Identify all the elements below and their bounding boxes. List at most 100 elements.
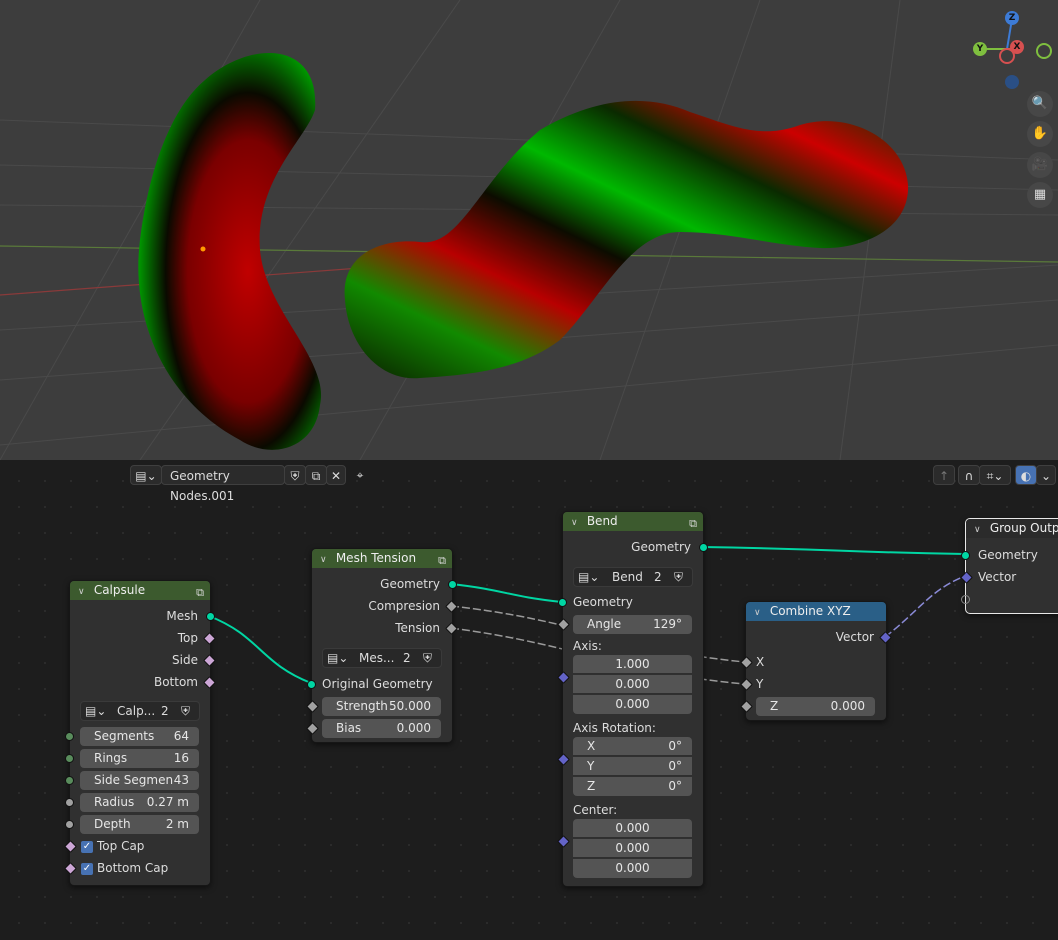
- group-users-count: 2: [654, 570, 662, 584]
- rotation-x-field[interactable]: X 0°: [573, 737, 692, 756]
- geometry-input-socket[interactable]: [961, 551, 970, 560]
- rings-socket[interactable]: [65, 754, 74, 763]
- angle-field[interactable]: Angle 129°: [573, 615, 692, 634]
- group-selector[interactable]: ▤⌄ Mes... 2 ⛨: [322, 648, 442, 668]
- fake-user-shield-icon[interactable]: ⛨: [181, 702, 190, 720]
- bottom-output-label: Bottom: [153, 675, 198, 689]
- geometry-output-label: Geometry: [631, 540, 691, 554]
- mesh-output-label: Mesh: [166, 609, 198, 623]
- gizmo-neg-x-axis[interactable]: [999, 48, 1015, 64]
- mesh-output-socket[interactable]: [206, 612, 215, 621]
- fake-user-shield-icon[interactable]: ⛨: [423, 649, 432, 667]
- gizmo-neg-y-axis[interactable]: [1036, 43, 1052, 59]
- group-output-node-header[interactable]: ∨ Group Output: [966, 519, 1058, 538]
- capsule-node[interactable]: ∨ Calpsule ⧉ Mesh Top Side Bottom ▤⌄ Cal…: [64, 580, 216, 886]
- node-title: Bend: [586, 514, 618, 528]
- geometry-input-label: Geometry: [978, 548, 1038, 562]
- zoom-icon[interactable]: 🔍: [1027, 91, 1053, 117]
- collapse-chevron-icon[interactable]: ∨: [754, 604, 766, 623]
- node-title: Mesh Tension: [335, 551, 417, 565]
- axis-rotation-label: Axis Rotation:: [573, 721, 656, 735]
- group-name[interactable]: Mes...: [359, 649, 394, 667]
- node-title: Group Output: [989, 521, 1058, 535]
- collapse-chevron-icon[interactable]: ∨: [78, 583, 90, 602]
- geometry-input-socket[interactable]: [558, 598, 567, 607]
- side-segments-field[interactable]: Side Segmen 43: [80, 771, 199, 790]
- 3d-viewport[interactable]: Z Y X 🔍 ✋ 🎥 ▦: [0, 0, 1058, 460]
- y-input-label: Y: [756, 677, 764, 691]
- segments-field[interactable]: Segments 64: [80, 727, 199, 746]
- original-geometry-socket[interactable]: [307, 680, 316, 689]
- center-z-field[interactable]: 0.000: [573, 859, 692, 878]
- radius-socket[interactable]: [65, 798, 74, 807]
- bias-field[interactable]: Bias 0.000: [322, 719, 441, 738]
- center-label: Center:: [573, 803, 618, 817]
- gizmo-y-axis[interactable]: Y: [973, 42, 987, 56]
- rotation-y-field[interactable]: Y 0°: [573, 757, 692, 776]
- gizmo-neg-z-axis[interactable]: [1005, 75, 1019, 89]
- center-y-field[interactable]: 0.000: [573, 839, 692, 858]
- browse-group-icon[interactable]: ▤⌄: [327, 649, 348, 667]
- empty-input-socket[interactable]: [961, 595, 970, 604]
- group-users-count: 2: [161, 704, 169, 718]
- radius-field[interactable]: Radius 0.27 m: [80, 793, 199, 812]
- tension-output-label: Tension: [395, 621, 440, 635]
- bend-node-header[interactable]: ∨ Bend ⧉: [563, 512, 703, 531]
- compression-output-label: Compresion: [368, 599, 440, 613]
- axis-y-field[interactable]: 0.000: [573, 675, 692, 694]
- collapse-chevron-icon[interactable]: ∨: [320, 551, 332, 570]
- grid-icon[interactable]: ▦: [1027, 182, 1053, 208]
- browse-group-icon[interactable]: ▤⌄: [578, 568, 599, 586]
- capsule-node-header[interactable]: ∨ Calpsule ⧉: [70, 581, 210, 600]
- top-output-label: Top: [177, 631, 198, 645]
- depth-field[interactable]: Depth 2 m: [80, 815, 199, 834]
- side-segments-socket[interactable]: [65, 776, 74, 785]
- node-title: Combine XYZ: [769, 604, 851, 618]
- node-group-icon[interactable]: ⧉: [689, 514, 697, 533]
- node-group-icon[interactable]: ⧉: [438, 551, 446, 570]
- navigation-gizmo[interactable]: Z Y X: [968, 8, 1058, 98]
- vector-input-label: Vector: [978, 570, 1017, 584]
- z-field[interactable]: Z 0.000: [756, 697, 875, 716]
- hand-icon[interactable]: ✋: [1027, 121, 1053, 147]
- depth-socket[interactable]: [65, 820, 74, 829]
- center-x-field[interactable]: 0.000: [573, 819, 692, 838]
- combine-xyz-node-header[interactable]: ∨ Combine XYZ: [746, 602, 886, 621]
- group-selector[interactable]: ▤⌄ Calp... 2 ⛨: [80, 701, 200, 721]
- bent-capsule-mesh: [344, 100, 909, 379]
- side-output-label: Side: [172, 653, 198, 667]
- collapse-chevron-icon[interactable]: ∨: [974, 521, 986, 540]
- node-group-icon[interactable]: ⧉: [196, 583, 204, 602]
- mesh-tension-node[interactable]: ∨ Mesh Tension ⧉ Geometry Compresion Ten…: [306, 548, 458, 743]
- gizmo-z-axis[interactable]: Z: [1005, 11, 1019, 25]
- fake-user-shield-icon[interactable]: ⛨: [674, 568, 683, 586]
- group-output-node[interactable]: ∨ Group Output Geometry Vector: [960, 518, 1058, 614]
- node-editor[interactable]: ▤⌄ Geometry Nodes.001 ⛨ ⧉ ✕ ⌖ ↑ ∩ ⌗⌄ ◐ ⌄…: [0, 460, 1058, 940]
- collapse-chevron-icon[interactable]: ∨: [571, 514, 583, 533]
- mesh-tension-node-header[interactable]: ∨ Mesh Tension ⧉: [312, 549, 452, 568]
- bottom-cap-checkbox[interactable]: ✓: [81, 863, 93, 875]
- camera-icon[interactable]: 🎥: [1027, 152, 1053, 178]
- strength-field[interactable]: Strength 50.000: [322, 697, 441, 716]
- axis-label: Axis:: [573, 639, 602, 653]
- geometry-output-socket[interactable]: [448, 580, 457, 589]
- rotation-z-field[interactable]: Z 0°: [573, 777, 692, 796]
- axis-x-field[interactable]: 1.000: [573, 655, 692, 674]
- axis-z-field[interactable]: 0.000: [573, 695, 692, 714]
- group-name[interactable]: Bend: [612, 568, 643, 586]
- group-name[interactable]: Calp...: [117, 702, 155, 720]
- group-selector[interactable]: ▤⌄ Bend 2 ⛨: [573, 567, 693, 587]
- geometry-output-label: Geometry: [380, 577, 440, 591]
- geometry-output-socket[interactable]: [699, 543, 708, 552]
- rings-field[interactable]: Rings 16: [80, 749, 199, 768]
- geometry-input-label: Geometry: [573, 595, 633, 609]
- capsule-mesh: [138, 52, 322, 450]
- segments-socket[interactable]: [65, 732, 74, 741]
- top-cap-checkbox[interactable]: ✓: [81, 841, 93, 853]
- browse-group-icon[interactable]: ▤⌄: [85, 702, 106, 720]
- viewport-scene: [0, 0, 1058, 460]
- combine-xyz-node[interactable]: ∨ Combine XYZ Vector X Y Z 0.000: [740, 601, 892, 721]
- x-input-label: X: [756, 655, 765, 669]
- group-users-count: 2: [403, 651, 411, 665]
- bend-node[interactable]: ∨ Bend ⧉ Geometry ▤⌄ Bend 2 ⛨ Geometry A…: [557, 511, 708, 887]
